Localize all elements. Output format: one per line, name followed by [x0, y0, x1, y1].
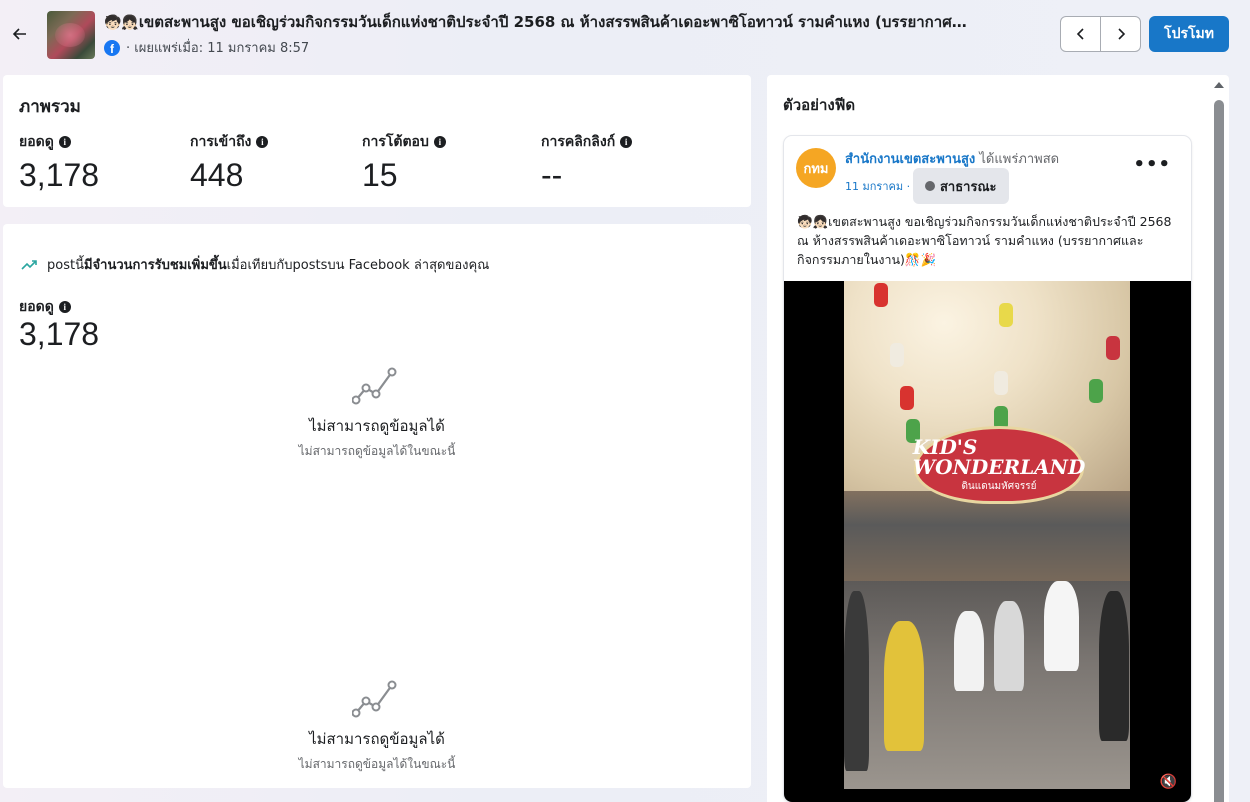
scroll-thumb[interactable]: [1214, 100, 1224, 802]
info-icon[interactable]: i: [256, 136, 269, 148]
arrow-left-icon: [12, 28, 26, 40]
previous-post-button[interactable]: [1061, 17, 1100, 51]
video-player[interactable]: KID'S WONDERLAND ดินแดนมหัศจรรย์ 🔇: [784, 281, 1191, 802]
more-options-icon[interactable]: •••: [1133, 154, 1171, 175]
views-label: ยอดดู i: [19, 296, 71, 318]
post-text: 🧒🏻👧🏻เขตสะพานสูง ขอเชิญร่วมกิจกรรมวันเด็ก…: [797, 214, 1172, 267]
lantern: [994, 371, 1008, 395]
sign-subtitle: ดินแดนมหัศจรรย์: [961, 480, 1037, 492]
trend-text: postนี้มีจำนวนการรับชมเพิ่มขึ้นเมื่อเทีย…: [47, 254, 489, 275]
trend-message: postนี้มีจำนวนการรับชมเพิ่มขึ้นเมื่อเทีย…: [21, 254, 489, 275]
globe-icon: [925, 181, 935, 191]
stat-engagement-value: 15: [362, 157, 398, 193]
info-icon[interactable]: i: [620, 136, 633, 148]
feed-preview-title: ตัวอย่างฟีด: [783, 96, 856, 114]
line-chart-icon: [351, 680, 397, 718]
stat-reach: การเข้าถึง i 448: [190, 131, 269, 194]
video-frame: KID'S WONDERLAND ดินแดนมหัศจรรย์: [844, 281, 1130, 789]
stat-engagement-label-text: การโต้ตอบ: [362, 134, 429, 150]
person: [954, 611, 984, 691]
empty-state-chart: ไม่สามารถดูข้อมูลได้ ไม่สามารถดูข้อมูลได…: [227, 679, 527, 774]
post-title: 🧒🏻👧🏻เขตสะพานสูง ขอเชิญร่วมกิจกรรมวันเด็ก…: [104, 11, 1054, 34]
empty-state-subtitle: ไม่สามารถดูข้อมูลได้ในขณะนี้: [298, 757, 456, 771]
stat-link-clicks-label: การคลิกลิงก์ i: [541, 131, 633, 153]
feed-scrollbar[interactable]: [1209, 78, 1227, 802]
sign-title: KID'S WONDERLAND: [912, 434, 1086, 479]
empty-state-subtitle: ไม่สามารถดูข้อมูลได้ในขณะนี้: [298, 444, 456, 458]
page-name-line: สำนักงานเขตสะพานสูง ได้แพร่ภาพสด: [845, 148, 1059, 169]
feed-preview-panel: ตัวอย่างฟีด กทม สำนักงานเขตสะพานสูง ได้แ…: [767, 75, 1229, 802]
back-button[interactable]: [8, 22, 32, 46]
scroll-up-icon[interactable]: [1214, 82, 1224, 88]
person: [994, 601, 1024, 691]
person: [844, 591, 869, 771]
trending-up-icon: [21, 259, 37, 270]
trend-highlight: มีจำนวนการรับชมเพิ่มขึ้น: [83, 258, 227, 273]
views-label-text: ยอดดู: [19, 299, 54, 315]
chevron-right-icon: [1117, 28, 1125, 40]
audience-selector[interactable]: สาธารณะ: [913, 168, 1009, 204]
chevron-left-icon: [1076, 28, 1084, 40]
stat-views: ยอดดู i 3,178: [19, 131, 99, 194]
event-sign: KID'S WONDERLAND ดินแดนมหัศจรรย์: [912, 426, 1086, 504]
next-post-button[interactable]: [1100, 17, 1140, 51]
published-date: · เผยแพร่เมื่อ: 11 มกราคม 8:57: [126, 41, 310, 56]
info-icon[interactable]: i: [58, 301, 71, 313]
empty-state-title: ไม่สามารถดูข้อมูลได้: [309, 730, 445, 748]
info-icon[interactable]: i: [58, 136, 71, 148]
stat-views-label: ยอดดู i: [19, 131, 99, 153]
stat-views-label-text: ยอดดู: [19, 134, 54, 150]
post-action: ได้แพร่ภาพสด: [975, 152, 1060, 167]
person: [1099, 591, 1129, 741]
views-card: postนี้มีจำนวนการรับชมเพิ่มขึ้นเมื่อเทีย…: [3, 224, 751, 788]
line-chart-icon: [351, 367, 397, 405]
info-icon[interactable]: i: [433, 136, 446, 148]
post-header: 🧒🏻👧🏻เขตสะพานสูง ขอเชิญร่วมกิจกรรมวันเด็ก…: [0, 0, 1250, 70]
title-emoji: 🧒🏻👧🏻: [104, 15, 139, 31]
page-name-link[interactable]: สำนักงานเขตสะพานสูง: [845, 152, 975, 167]
stat-reach-label: การเข้าถึง i: [190, 131, 269, 153]
page-avatar[interactable]: กทม: [796, 148, 836, 188]
lantern: [900, 386, 914, 410]
stat-link-clicks-value: --: [541, 157, 563, 193]
promote-button[interactable]: โปรโมท: [1149, 16, 1229, 52]
stat-engagement-label: การโต้ตอบ i: [362, 131, 446, 153]
stat-link-clicks: การคลิกลิงก์ i --: [541, 131, 633, 194]
post-thumbnail: [47, 11, 95, 59]
post-meta: f · เผยแพร่เมื่อ: 11 มกราคม 8:57: [104, 37, 309, 58]
crowd-scene: [844, 581, 1130, 789]
feed-post: กทม สำนักงานเขตสะพานสูง ได้แพร่ภาพสด 11 …: [784, 136, 1191, 802]
stat-link-clicks-label-text: การคลิกลิงก์: [541, 134, 616, 150]
person: [1044, 581, 1079, 671]
title-text: เขตสะพานสูง ขอเชิญร่วมกิจกรรมวันเด็กแห่ง…: [138, 13, 967, 31]
audience-label: สาธารณะ: [940, 179, 997, 195]
post-date[interactable]: 11 มกราคม ·: [845, 177, 910, 195]
overview-card: ภาพรวม ยอดดู i 3,178 การเข้าถึง i 448 การโ…: [3, 75, 751, 207]
lantern: [1106, 336, 1120, 360]
post-navigation: [1060, 16, 1141, 52]
lantern: [874, 283, 888, 307]
lantern: [999, 303, 1013, 327]
lantern: [890, 343, 904, 367]
person: [884, 621, 924, 751]
overview-title: ภาพรวม: [19, 97, 81, 117]
trend-prefix: postนี้: [47, 258, 84, 273]
views-value: 3,178: [19, 316, 100, 352]
stat-views-value: 3,178: [19, 157, 100, 193]
trend-suffix: เมื่อเทียบกับpostsบน Facebook ล่าสุดของค…: [226, 258, 490, 273]
lantern: [1089, 379, 1103, 403]
stat-engagement: การโต้ตอบ i 15: [362, 131, 446, 194]
empty-state-title: ไม่สามารถดูข้อมูลได้: [309, 417, 445, 435]
facebook-icon: f: [104, 39, 120, 56]
empty-state-chart: ไม่สามารถดูข้อมูลได้ ไม่สามารถดูข้อมูลได…: [227, 366, 527, 461]
stat-reach-label-text: การเข้าถึง: [190, 134, 252, 150]
stat-reach-value: 448: [190, 157, 244, 193]
mute-icon[interactable]: 🔇: [1160, 774, 1177, 790]
